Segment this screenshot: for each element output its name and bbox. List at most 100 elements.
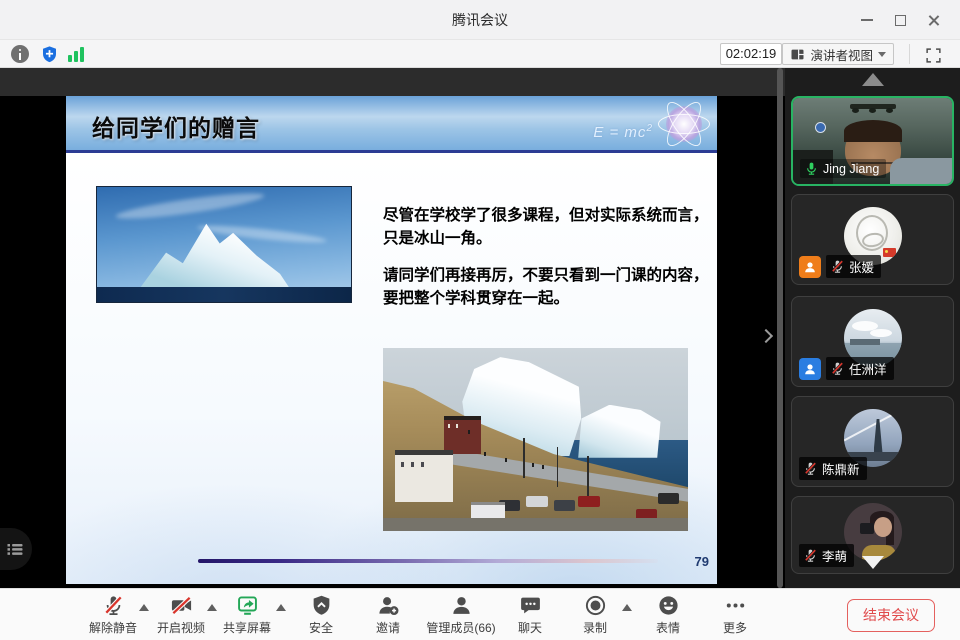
- red-house: [444, 416, 481, 454]
- collapse-sidebar-chevron[interactable]: [760, 330, 772, 342]
- shared-screen-area: 给同学们的赠言 E = mc2: [0, 68, 785, 588]
- meeting-toolbar: 解除静音 开启视频 共享屏幕: [0, 588, 960, 640]
- emoji-button[interactable]: 表情: [638, 594, 698, 636]
- share-options-caret[interactable]: [276, 604, 286, 611]
- meeting-info-button[interactable]: [10, 44, 30, 64]
- shared-screen-top-strip: [0, 68, 785, 96]
- parked-car: [554, 500, 575, 511]
- end-meeting-button[interactable]: 结束会议: [847, 599, 935, 632]
- name-chip: Jing Jiang: [800, 159, 886, 178]
- close-icon: [927, 14, 940, 27]
- info-icon: [11, 45, 29, 63]
- scroll-up-icon[interactable]: [862, 73, 884, 86]
- participant-name: 陈鼎新: [822, 459, 860, 478]
- unmute-label: 解除静音: [89, 619, 137, 636]
- start-video-label: 开启视频: [157, 619, 205, 636]
- formula-base: E = mc: [593, 124, 646, 141]
- participant-name-row: 李萌: [799, 544, 854, 567]
- iceberg-coast-photo: [383, 348, 688, 531]
- share-screen-label: 共享屏幕: [223, 619, 271, 636]
- signal-bars-icon: [68, 46, 84, 62]
- mic-on-icon: [804, 161, 819, 176]
- role-badge-blue: [799, 358, 821, 380]
- layout-view-icon: [790, 47, 805, 62]
- maximize-button[interactable]: [885, 5, 915, 35]
- list-icon: [5, 539, 25, 559]
- shield-up-icon: [310, 594, 333, 617]
- slide-page-number: 79: [695, 554, 709, 569]
- title-bar: 腾讯会议: [0, 0, 960, 40]
- formula-text: E = mc2: [593, 123, 653, 141]
- minimize-button[interactable]: [852, 5, 882, 35]
- record-label: 录制: [583, 619, 607, 636]
- mic-muted-icon: [830, 361, 845, 376]
- foreground-ground: [383, 518, 688, 531]
- window-title: 腾讯会议: [0, 0, 960, 40]
- participant-tile-chendingxin[interactable]: 陈鼎新: [791, 396, 954, 487]
- record-icon: [584, 594, 607, 617]
- parked-car: [658, 493, 679, 504]
- annotation-list-button[interactable]: [0, 528, 32, 570]
- formula-exponent: 2: [646, 123, 653, 134]
- flag-badge: [883, 248, 896, 257]
- close-button[interactable]: [918, 5, 948, 35]
- slide-text-block: 尽管在学校学了很多课程，但对实际系统而言，只是冰山一角。 请同学们再接再厉，不要…: [383, 204, 715, 323]
- smiley-icon: [657, 594, 680, 617]
- person-figure: [468, 430, 470, 434]
- unmute-button[interactable]: 解除静音: [83, 594, 143, 636]
- participant-name: 任洲洋: [849, 359, 887, 378]
- start-video-button[interactable]: 开启视频: [148, 594, 214, 636]
- chat-button[interactable]: 聊天: [500, 594, 560, 636]
- utility-pole: [523, 438, 525, 478]
- participant-name-row: Jing Jiang: [800, 159, 886, 178]
- participants-sidebar: Jing Jiang: [785, 68, 960, 588]
- role-badge-orange: [799, 256, 821, 278]
- mic-muted-icon: [830, 259, 845, 274]
- scrollbar[interactable]: [777, 68, 783, 588]
- person-icon: [803, 362, 817, 376]
- parked-car: [578, 496, 599, 507]
- record-button[interactable]: 录制: [565, 594, 625, 636]
- scroll-down-icon[interactable]: [862, 556, 884, 569]
- share-screen-button[interactable]: 共享屏幕: [214, 594, 280, 636]
- maximize-icon: [895, 15, 906, 26]
- person-figure: [484, 452, 486, 456]
- chat-bubble-icon: [519, 594, 542, 617]
- status-bar: 02:02:19 演讲者视图: [0, 40, 960, 68]
- participant-tile-renzhouyang[interactable]: 任洲洋: [791, 296, 954, 387]
- fullscreen-button[interactable]: [922, 44, 944, 66]
- participant-name-row: 陈鼎新: [799, 457, 867, 480]
- camera-muted-icon: [170, 594, 193, 617]
- name-chip: 张媛: [826, 255, 881, 278]
- slide-paragraph: 请同学们再接再厉，不要只看到一门课的内容，要把整个学科贯穿在一起。: [383, 264, 715, 311]
- participant-name: 李萌: [822, 546, 847, 565]
- slide-body: 尽管在学校学了很多课程，但对实际系统而言，只是冰山一角。 请同学们再接再厉，不要…: [66, 156, 717, 584]
- share-screen-icon: [236, 594, 259, 617]
- network-signal-button[interactable]: [66, 44, 86, 64]
- record-options-caret[interactable]: [622, 604, 632, 611]
- security-button[interactable]: 安全: [293, 594, 349, 636]
- person-icon: [450, 594, 473, 617]
- manage-members-button[interactable]: 管理成员(66): [413, 594, 509, 636]
- more-label: 更多: [723, 619, 747, 636]
- utility-pole: [557, 447, 559, 487]
- name-chip: 李萌: [799, 544, 854, 567]
- tencent-meeting-window: 腾讯会议 02:02:19: [0, 0, 960, 640]
- view-switcher-label: 演讲者视图: [810, 45, 873, 64]
- cloud-streak: [115, 189, 265, 224]
- atom-graphic: [657, 97, 711, 151]
- more-button[interactable]: 更多: [705, 594, 765, 636]
- separator: [909, 44, 910, 64]
- view-switcher[interactable]: 演讲者视图: [782, 43, 894, 65]
- meeting-protect-button[interactable]: [39, 44, 59, 64]
- participant-tile-zhangyuan[interactable]: 张媛: [791, 194, 954, 285]
- participant-tile-jing-jiang[interactable]: Jing Jiang: [791, 96, 954, 186]
- participant-name: Jing Jiang: [823, 162, 879, 176]
- emoji-label: 表情: [656, 619, 680, 636]
- mic-muted-icon: [803, 461, 818, 476]
- iceberg-image: [96, 186, 352, 303]
- parked-car: [526, 496, 547, 507]
- invite-button[interactable]: 邀请: [358, 594, 418, 636]
- minimize-icon: [861, 19, 873, 21]
- wall-clock: [815, 122, 826, 133]
